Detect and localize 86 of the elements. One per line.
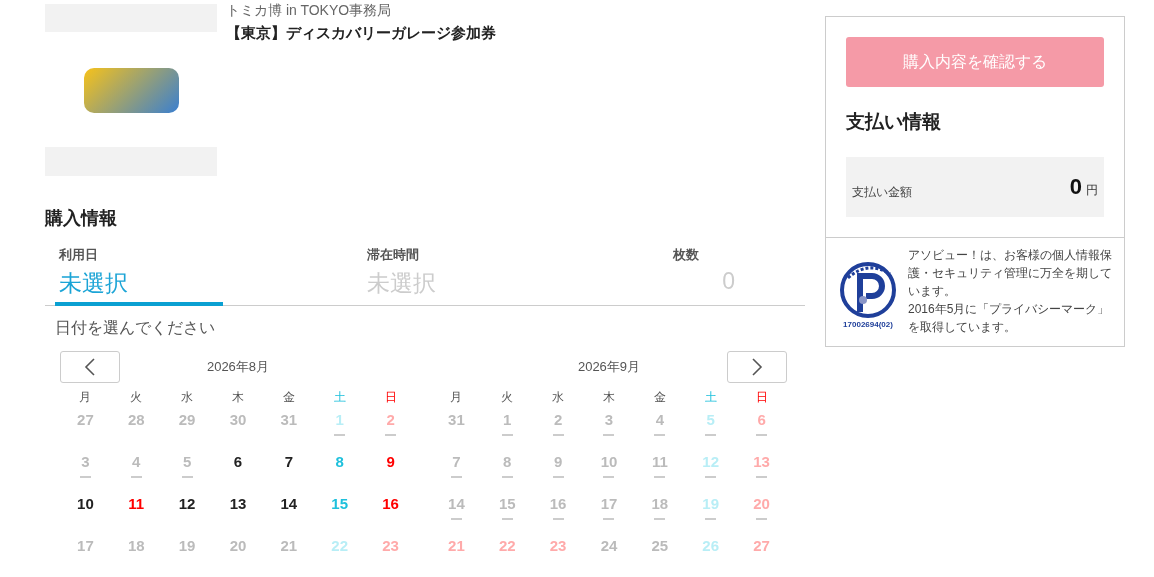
calendar-day: 4 xyxy=(655,411,664,428)
section-heading: 購入情報 xyxy=(45,207,118,230)
calendar-day: 18 xyxy=(651,495,669,512)
calendar-day: 28 xyxy=(127,411,145,428)
calendar-day: 20 xyxy=(229,537,247,554)
privacy-statement: アソビュー！は、お客様の個人情報保護・セキュリティ管理に万全を期しています。 xyxy=(908,247,1113,300)
calendar-day: 23 xyxy=(382,537,399,554)
purchase-tab[interactable]: 利用日 未選択 xyxy=(55,246,223,306)
calendar-day: 24 xyxy=(600,537,618,554)
calendar-day: 27 xyxy=(753,537,770,554)
weekday-label: 土 xyxy=(703,389,718,406)
month-title: 2026年9月 xyxy=(577,358,641,376)
weekday-label: 火 xyxy=(500,389,515,406)
calendar-day[interactable]: 13 xyxy=(229,495,247,512)
privacy-statement: 2016年5月に「プライバシーマーク」を取得しています。 xyxy=(908,301,1111,336)
calendar-day: 14 xyxy=(448,495,465,512)
payment-heading: 支払い情報 xyxy=(846,110,942,134)
weekday-label: 土 xyxy=(332,389,347,406)
calendar-day: 22 xyxy=(331,537,349,554)
calendar-day: 16 xyxy=(549,495,567,512)
calendar-day[interactable]: 14 xyxy=(280,495,298,512)
calendar-day: 8 xyxy=(503,453,512,470)
weekday-label: 木 xyxy=(231,389,245,406)
calendar-day: 25 xyxy=(651,537,669,554)
amount-label: 支払い金額 xyxy=(852,183,912,201)
month-title: 2026年8月 xyxy=(206,358,270,376)
weekday-label: 月 xyxy=(78,389,93,406)
weekday-label: 木 xyxy=(602,389,616,406)
calendar-day: 1 xyxy=(335,411,344,428)
calendar-day: 26 xyxy=(702,537,720,554)
hint-text: 日付を選んでください xyxy=(55,318,216,338)
calendar-day: 27 xyxy=(77,411,94,428)
calendar-day: 5 xyxy=(706,411,715,428)
weekday-label: 水 xyxy=(551,389,566,406)
calendar-day: 17 xyxy=(600,495,618,512)
calendar-day: 10 xyxy=(600,453,618,470)
calendar-day[interactable]: 6 xyxy=(233,453,243,470)
weekday-label: 月 xyxy=(449,389,464,406)
calendar-day: 23 xyxy=(549,537,567,554)
calendar-day[interactable]: 11 xyxy=(128,495,145,512)
chevron-left-icon xyxy=(84,358,96,376)
calendar-day: 19 xyxy=(702,495,720,512)
calendar-day: 20 xyxy=(753,495,770,512)
currency-label: 円 xyxy=(1086,182,1098,199)
privacy-mark-number: 17002694(02) xyxy=(843,320,893,329)
calendar-day: 12 xyxy=(702,453,720,470)
next-month-button[interactable] xyxy=(727,351,787,383)
calendar-day: 11 xyxy=(651,453,668,470)
calendar-day: 31 xyxy=(448,411,465,428)
calendar-day: 2 xyxy=(386,411,395,428)
calendar-day: 9 xyxy=(553,453,563,470)
calendar-day: 21 xyxy=(280,537,298,554)
calendar-day[interactable]: 7 xyxy=(284,453,293,470)
calendar-day: 3 xyxy=(604,411,614,428)
weekday-label: 水 xyxy=(180,389,195,406)
product-title: 【東京】ディスカバリーガレージ参加券 xyxy=(226,24,496,43)
calendar-day: 31 xyxy=(280,411,298,428)
calendar-day: 22 xyxy=(498,537,516,554)
calendar-day: 15 xyxy=(498,495,516,512)
amount-value: 0 xyxy=(1069,174,1082,200)
calendar-day: 7 xyxy=(452,453,461,470)
weekday-label: 金 xyxy=(281,389,296,406)
calendar-day: 4 xyxy=(132,453,141,470)
calendar-day: 13 xyxy=(753,453,770,470)
calendar-day: 19 xyxy=(178,537,196,554)
previous-month-button[interactable] xyxy=(60,351,120,383)
organizer-name: トミカ博 in TOKYO事務局 xyxy=(226,2,393,20)
calendar-day: 21 xyxy=(448,537,465,554)
calendar-day: 6 xyxy=(757,411,766,428)
weekday-label: 日 xyxy=(754,389,769,406)
weekday-label: 金 xyxy=(652,389,667,406)
calendar-day[interactable]: 9 xyxy=(386,453,395,470)
calendar-day: 18 xyxy=(127,537,145,554)
calendar-day: 5 xyxy=(182,453,192,470)
calendar-day: 1 xyxy=(503,411,512,428)
calendar-day[interactable]: 16 xyxy=(382,495,399,512)
weekday-label: 日 xyxy=(383,389,398,406)
calendar-day: 30 xyxy=(229,411,247,428)
calendar-day: 2 xyxy=(553,411,563,428)
calendar-day: 17 xyxy=(77,537,94,554)
calendar-day: 29 xyxy=(178,411,196,428)
calendar-day[interactable]: 12 xyxy=(178,495,196,512)
chevron-right-icon xyxy=(751,358,763,376)
weekday-label: 火 xyxy=(129,389,144,406)
calendar-day: 3 xyxy=(81,453,90,470)
calendar-day[interactable]: 10 xyxy=(77,495,94,512)
